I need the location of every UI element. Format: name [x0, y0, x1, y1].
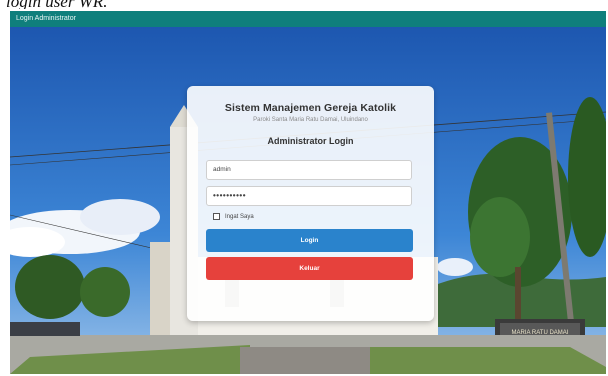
- window-title: Login Administrator: [16, 15, 76, 22]
- browser-window: Login Administrator MARIA RATU DAMAI Sis…: [10, 11, 606, 374]
- remember-me[interactable]: Ingat Saya: [213, 213, 254, 220]
- caption-text: login user WR.: [6, 0, 108, 9]
- system-title: Sistem Manajemen Gereja Katolik: [224, 102, 397, 114]
- password-input[interactable]: ••••••••••: [206, 186, 412, 206]
- login-card: Sistem Manajemen Gereja Katolik Paroki S…: [187, 86, 434, 321]
- parish-subtitle: Paroki Santa Maria Ratu Damai, Uluindano: [253, 117, 368, 123]
- remember-label: Ingat Saya: [225, 213, 254, 220]
- login-button[interactable]: Login: [206, 229, 413, 252]
- username-input[interactable]: admin: [206, 160, 412, 180]
- window-title-bar: Login Administrator: [10, 11, 606, 27]
- form-title: Administrator Login: [267, 136, 354, 146]
- remember-checkbox[interactable]: [213, 213, 220, 220]
- exit-button[interactable]: Keluar: [206, 257, 413, 280]
